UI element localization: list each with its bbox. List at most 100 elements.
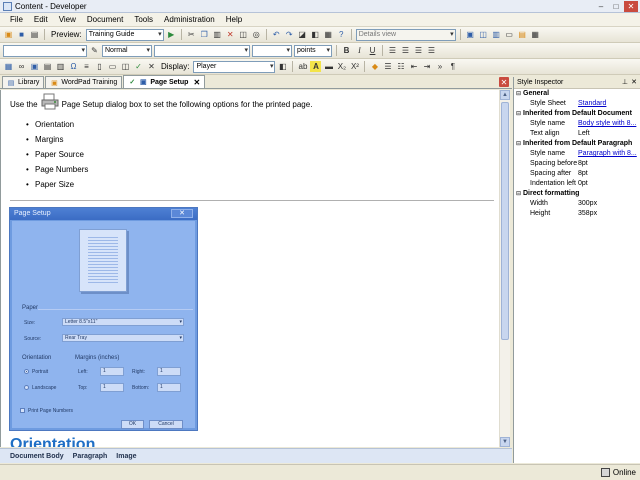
view-select[interactable]: Details view [355, 28, 456, 41]
left-margin-input: 1 [100, 367, 124, 376]
layout-single-icon[interactable]: ▣ [465, 29, 476, 40]
compare-icon[interactable]: ◧ [310, 29, 321, 40]
close-window-button[interactable]: ✕ [624, 1, 638, 12]
eraser-icon[interactable]: ◆ [369, 61, 380, 72]
image-icon[interactable]: ▣ [29, 61, 40, 72]
font-color-icon[interactable]: A [310, 61, 322, 72]
approve-icon[interactable]: ◪ [297, 29, 308, 40]
bullets-icon[interactable]: ☰ [382, 61, 393, 72]
align-center-icon[interactable]: ☰ [400, 45, 411, 56]
inspector-group-default-paragraph[interactable]: ⊟ Inherited from Default Paragraph [514, 139, 640, 149]
display-select[interactable]: Player [193, 60, 276, 73]
document-style-link[interactable]: Body style with 8... [578, 119, 640, 129]
list-icon[interactable]: ≡ [81, 61, 92, 72]
preview-go-icon[interactable]: ▶ [166, 29, 177, 40]
breadcrumb-image[interactable]: Image [116, 453, 136, 460]
maximize-button[interactable]: □ [609, 1, 623, 12]
format-painter-icon[interactable]: ✎ [89, 45, 100, 56]
subscript-icon[interactable]: X₂ [336, 61, 347, 72]
style-select[interactable]: Normal [102, 44, 152, 57]
numbering-icon[interactable]: ☷ [395, 61, 406, 72]
layout-split-icon[interactable]: ◫ [478, 29, 489, 40]
stylesheet-link[interactable]: Standard [578, 99, 640, 109]
pin-icon[interactable]: ⊥ [622, 77, 628, 89]
delete-icon[interactable]: ✕ [225, 29, 236, 40]
justify-icon[interactable]: ☰ [426, 45, 437, 56]
spell-check-icon[interactable]: ◎ [251, 29, 262, 40]
save-icon[interactable]: ■ [16, 29, 27, 40]
font-size-select[interactable] [252, 44, 292, 57]
symbol-icon[interactable]: Ω [68, 61, 79, 72]
spell-icon[interactable]: ab [297, 61, 308, 72]
scroll-down-icon[interactable]: ▼ [500, 437, 510, 447]
menu-document[interactable]: Document [82, 14, 128, 26]
help-icon[interactable]: ? [336, 29, 347, 40]
menu-edit[interactable]: Edit [29, 14, 53, 26]
publish-icon[interactable]: ▦ [530, 29, 541, 40]
font-select[interactable] [3, 44, 87, 57]
stop-icon[interactable]: ✕ [146, 61, 157, 72]
align-right-icon[interactable]: ☰ [413, 45, 424, 56]
indent-icon[interactable]: ⇥ [421, 61, 432, 72]
highlight-icon[interactable]: ▬ [323, 61, 334, 72]
close-tab-icon[interactable]: ✕ [193, 78, 200, 87]
group-name: Direct formatting [523, 190, 580, 197]
italic-icon[interactable]: I [354, 45, 365, 56]
inspector-group-direct-formatting[interactable]: ⊟ Direct formatting [514, 189, 640, 199]
scroll-thumb[interactable] [501, 102, 509, 340]
display-settings-icon[interactable]: ◧ [277, 61, 288, 72]
link-icon[interactable]: ∞ [16, 61, 27, 72]
paragraph-icon[interactable]: ¶ [447, 61, 458, 72]
copy-icon[interactable]: ❐ [199, 29, 210, 40]
undo-icon[interactable]: ↶ [271, 29, 282, 40]
breadcrumb-paragraph[interactable]: Paragraph [73, 453, 108, 460]
window-icon[interactable]: ▤ [517, 29, 528, 40]
open-icon[interactable]: ▣ [3, 29, 14, 40]
preview-select[interactable]: Training Guide [85, 28, 164, 41]
cut-icon[interactable]: ✂ [186, 29, 197, 40]
bold-icon[interactable]: B [341, 45, 352, 56]
layout-columns-icon[interactable]: ▥ [491, 29, 502, 40]
tab-library[interactable]: ▤ Library [2, 76, 45, 88]
document-scrollbar[interactable]: ▲ ▼ [499, 90, 510, 447]
tab-page-setup[interactable]: ✓ ▣ Page Setup ✕ [123, 75, 206, 88]
media-icon[interactable]: ▤ [42, 61, 53, 72]
check-icon[interactable]: ✓ [133, 61, 144, 72]
field-icon[interactable]: ▥ [55, 61, 66, 72]
document-editor[interactable]: Use the Page Setup dialog box to set the… [0, 90, 510, 447]
close-panel-icon[interactable]: ✕ [631, 77, 637, 89]
paste-icon[interactable]: ▥ [212, 29, 223, 40]
bookmark-icon[interactable]: ▯ [94, 61, 105, 72]
table-icon[interactable]: ▦ [3, 61, 14, 72]
scroll-up-icon[interactable]: ▲ [500, 90, 510, 100]
menu-administration[interactable]: Administration [159, 14, 220, 26]
underline-icon[interactable]: U [367, 45, 378, 56]
font-family-select[interactable] [154, 44, 250, 57]
superscript-icon[interactable]: X² [349, 61, 360, 72]
more-options-icon[interactable]: » [434, 61, 445, 72]
find-icon[interactable]: ◫ [238, 29, 249, 40]
layout-panel-icon[interactable]: ▭ [504, 29, 515, 40]
outdent-icon[interactable]: ⇤ [408, 61, 419, 72]
redo-icon[interactable]: ↷ [284, 29, 295, 40]
snippet-icon[interactable]: ◫ [120, 61, 131, 72]
menu-help[interactable]: Help [221, 14, 247, 26]
menu-tools[interactable]: Tools [129, 14, 158, 26]
inspector-group-general[interactable]: ⊟ General [514, 89, 640, 99]
group-name: Inherited from Default Document [523, 110, 632, 117]
online-status: Online [600, 468, 636, 477]
menu-file[interactable]: File [5, 14, 28, 26]
paragraph-style-link[interactable]: Paragraph with 8... [578, 149, 640, 159]
breadcrumb-document-body[interactable]: Document Body [10, 453, 64, 460]
menu-view[interactable]: View [54, 14, 81, 26]
note-icon[interactable]: ▭ [107, 61, 118, 72]
inspector-group-default-document[interactable]: ⊟ Inherited from Default Document [514, 109, 640, 119]
tab-wordpad-training[interactable]: ▣ WordPad Training [45, 76, 123, 88]
minimize-button[interactable]: – [594, 1, 608, 12]
page-setup-screenshot[interactable]: Page Setup ✕ Paper Size: Letter 8.5"x11"… [9, 207, 198, 431]
size-unit-select[interactable]: points [294, 44, 332, 57]
close-document-icon[interactable]: ✕ [499, 77, 509, 87]
print-icon[interactable]: ▤ [29, 29, 40, 40]
history-icon[interactable]: ▦ [323, 29, 334, 40]
align-left-icon[interactable]: ☰ [387, 45, 398, 56]
